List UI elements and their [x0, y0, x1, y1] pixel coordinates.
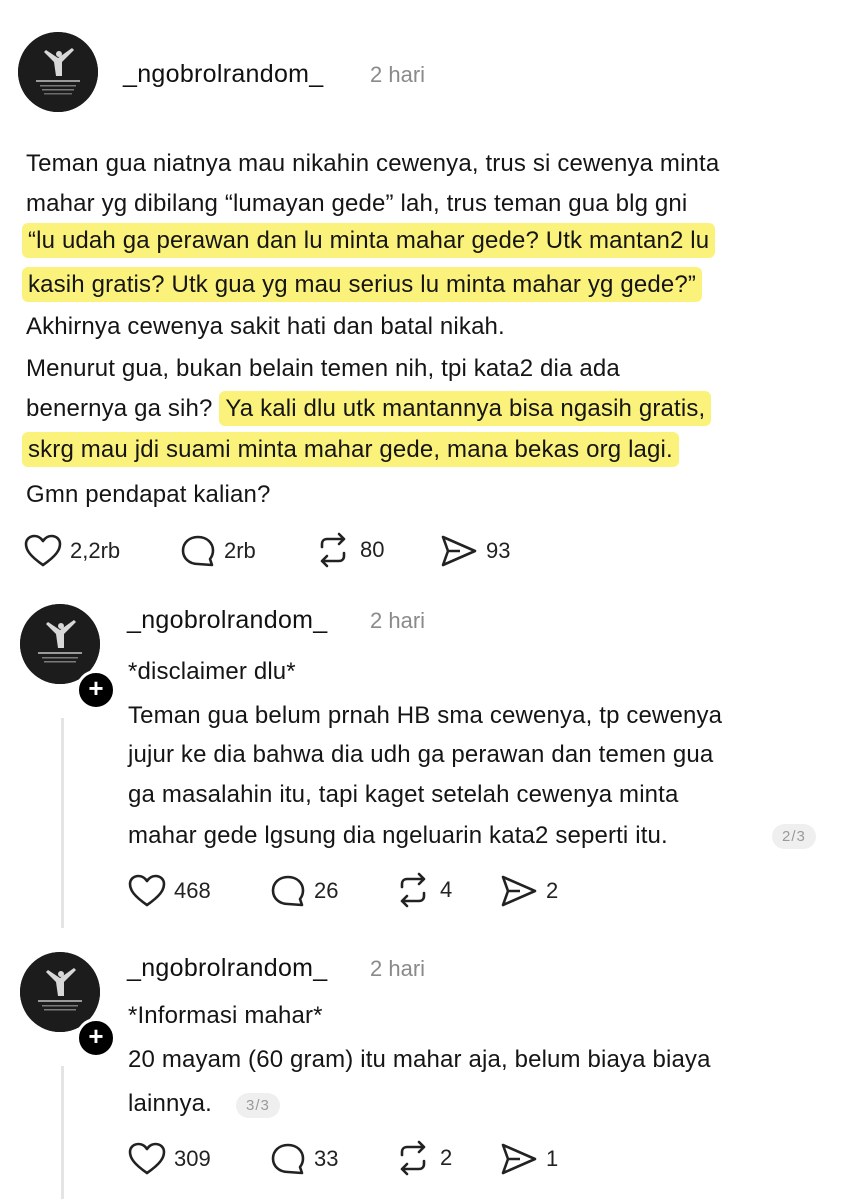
reply-username[interactable]: _ngobrolrandom_: [127, 606, 327, 635]
heart-icon: [24, 534, 62, 567]
share-count: 2: [546, 878, 559, 903]
follow-plus-icon[interactable]: +: [76, 670, 116, 710]
like-count: 2,2rb: [70, 538, 121, 563]
highlight: “lu udah ga perawan dan lu minta mahar g…: [22, 223, 716, 258]
comment-icon: [181, 535, 215, 567]
avatar[interactable]: [18, 32, 98, 112]
repost-count: 80: [360, 537, 385, 562]
comment-icon: [271, 875, 305, 907]
reply-line: *Informasi mahar*: [128, 1002, 323, 1029]
reply-line: mahar gede lgsung dia ngeluarin kata2 se…: [128, 822, 668, 849]
follow-plus-icon[interactable]: +: [76, 1018, 116, 1058]
comment-button[interactable]: 2rb: [180, 534, 256, 568]
share-button[interactable]: 1: [500, 1142, 558, 1176]
repost-button[interactable]: 2: [394, 1140, 452, 1176]
thread-line: [61, 718, 64, 928]
share-button[interactable]: 2: [500, 874, 558, 908]
share-icon: [501, 1143, 537, 1175]
comment-button[interactable]: 26: [270, 874, 338, 908]
reply-time: 2 hari: [370, 956, 426, 981]
post-line: mahar yg dibilang “lumayan gede” lah, tr…: [26, 190, 688, 217]
highlight: Ya kali dlu utk mantannya bisa ngasih gr…: [219, 391, 712, 426]
comment-icon: [271, 1143, 305, 1175]
avatar-image: [18, 32, 98, 112]
highlight: kasih gratis? Utk gua yg mau serius lu m…: [22, 267, 702, 302]
reply-line: *disclaimer dlu*: [128, 658, 296, 685]
reply-line: ga masalahin itu, tapi kaget setelah cew…: [128, 781, 679, 808]
repost-icon: [400, 1140, 426, 1176]
post-line: Gmn pendapat kalian?: [26, 481, 271, 508]
post-line: benernya ga sih? Ya kali dlu utk mantann…: [26, 391, 712, 426]
reply-line: lainnya.: [128, 1090, 212, 1117]
like-count: 468: [174, 878, 211, 903]
heart-icon: [128, 874, 166, 907]
reply-line: jujur ke dia bahwa dia udh ga perawan da…: [128, 741, 714, 768]
reply-username[interactable]: _ngobrolrandom_: [127, 954, 327, 983]
page-indicator: 2/3: [772, 824, 816, 849]
reply-time: 2 hari: [370, 608, 426, 633]
share-count: 1: [546, 1146, 559, 1171]
share-icon: [501, 875, 537, 907]
thread-line: [61, 1066, 64, 1199]
post-line: Akhirnya cewenya sakit hati dan batal ni…: [26, 313, 505, 340]
post-line-highlighted: kasih gratis? Utk gua yg mau serius lu m…: [22, 267, 702, 302]
post-line-highlighted: “lu udah ga perawan dan lu minta mahar g…: [22, 223, 716, 258]
comment-button[interactable]: 33: [270, 1142, 338, 1176]
post-line-highlighted: skrg mau jdi suami minta mahar gede, man…: [22, 432, 679, 467]
repost-count: 2: [440, 1145, 453, 1170]
repost-count: 4: [440, 877, 453, 902]
comment-count: 2rb: [224, 538, 256, 563]
post-username[interactable]: _ngobrolrandom_: [123, 60, 323, 89]
reply-line: Teman gua belum prnah HB sma cewenya, tp…: [128, 702, 723, 729]
share-count: 93: [486, 538, 511, 563]
repost-button[interactable]: 4: [394, 872, 452, 908]
repost-icon: [400, 872, 426, 908]
reply-line: 20 mayam (60 gram) itu mahar aja, belum …: [128, 1046, 711, 1073]
post-text: benernya ga sih?: [26, 395, 213, 422]
share-button[interactable]: 93: [440, 534, 510, 568]
like-button[interactable]: 309: [128, 1142, 211, 1176]
page-indicator: 3/3: [236, 1093, 280, 1118]
comment-count: 26: [314, 878, 339, 903]
like-count: 309: [174, 1146, 211, 1171]
repost-button[interactable]: 80: [314, 532, 384, 568]
share-icon: [441, 535, 477, 567]
heart-icon: [128, 1142, 166, 1175]
post-line: Menurut gua, bukan belain temen nih, tpi…: [26, 355, 620, 382]
highlight: skrg mau jdi suami minta mahar gede, man…: [22, 432, 679, 467]
post-time: 2 hari: [370, 62, 426, 87]
post-line: Teman gua niatnya mau nikahin cewenya, t…: [26, 150, 720, 177]
like-button[interactable]: 468: [128, 874, 211, 908]
repost-icon: [320, 532, 346, 568]
like-button[interactable]: 2,2rb: [24, 534, 120, 568]
comment-count: 33: [314, 1146, 339, 1171]
